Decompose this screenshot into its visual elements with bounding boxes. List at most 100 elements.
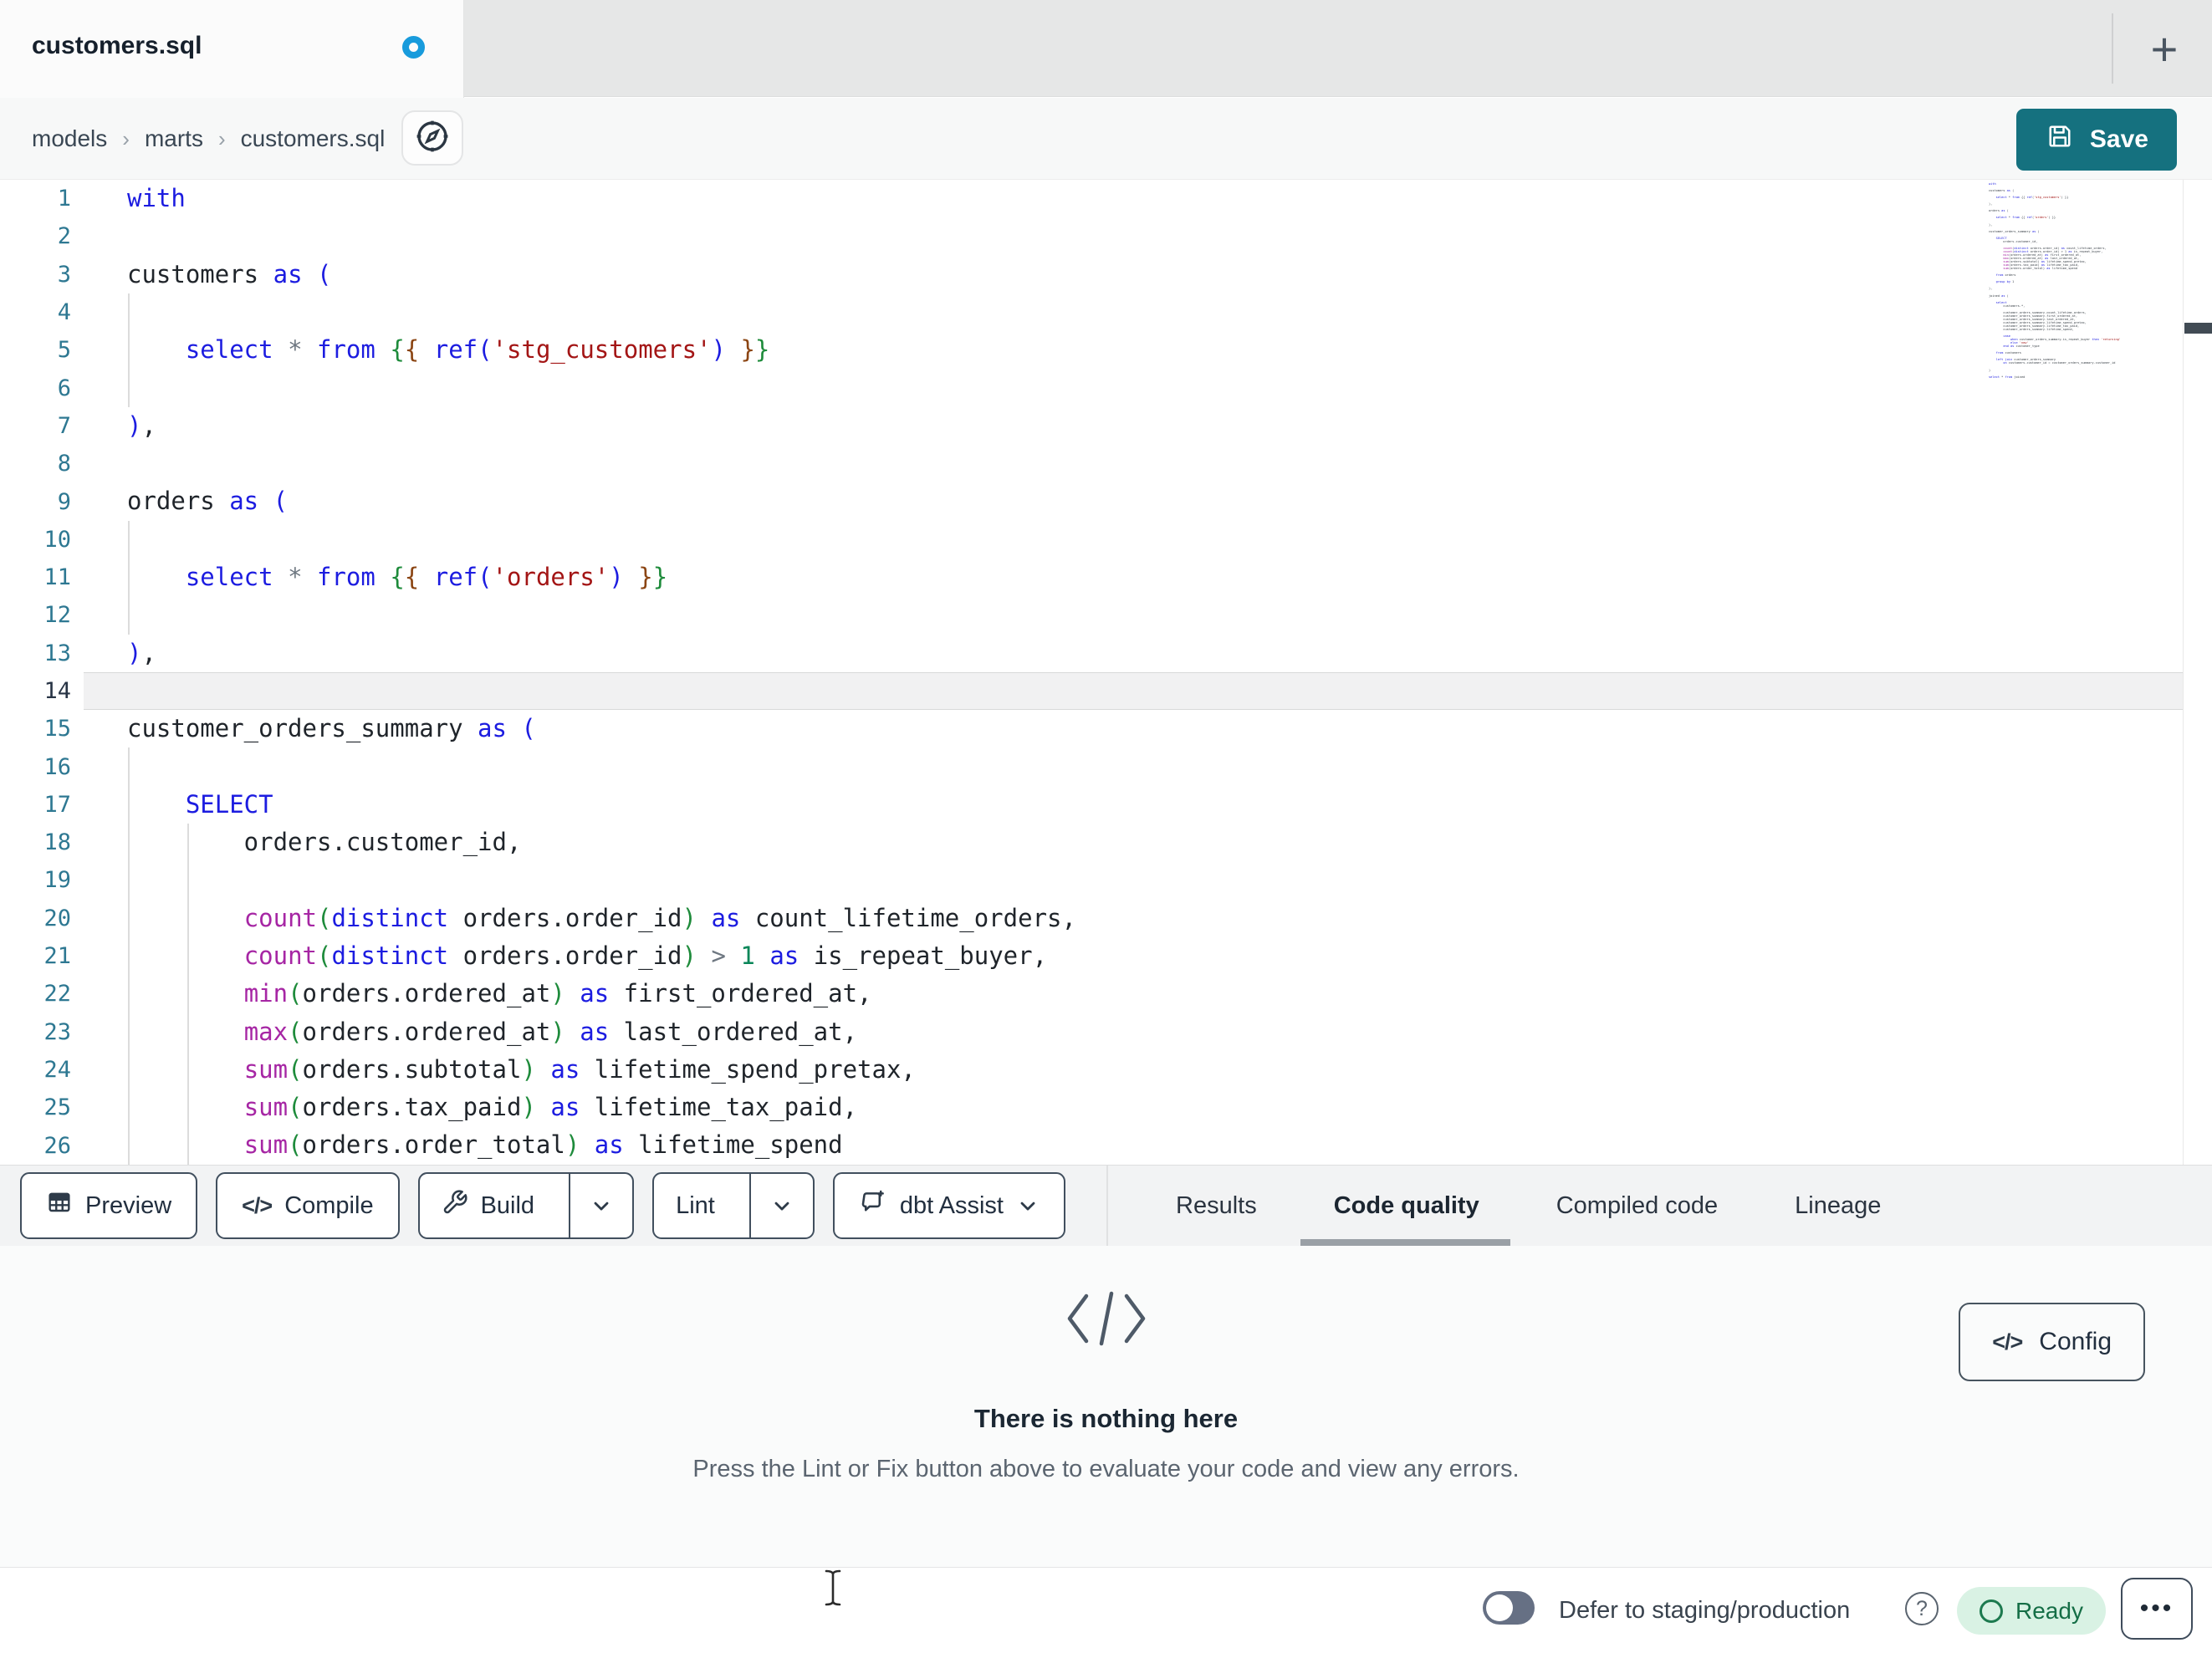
code-line-text: select * from {{ ref('stg_customers') }}	[185, 335, 770, 365]
code-line-12[interactable]: 12	[0, 596, 2212, 635]
code-line-26[interactable]: 26 sum(orders.order_total) as lifetime_s…	[0, 1126, 2212, 1165]
code-line-10[interactable]: 10	[0, 520, 2212, 559]
code-line-18[interactable]: 18 orders.customer_id,	[0, 824, 2212, 862]
chat-sparkle-icon	[859, 1188, 887, 1223]
line-number: 3	[57, 261, 71, 288]
file-tab-bar: customers.sql +	[0, 0, 2212, 98]
tab-code-quality[interactable]: Code quality	[1300, 1166, 1510, 1247]
line-number: 11	[43, 564, 71, 591]
dbt-assist-button-label: dbt Assist	[899, 1191, 1004, 1219]
empty-state: There is nothing here Press the Lint or …	[0, 1291, 2212, 1483]
code-line-text: max(orders.ordered_at) as last_ordered_a…	[243, 1017, 858, 1046]
code-line-text: count(distinct orders.order_id) as count…	[243, 903, 1076, 932]
breadcrumb-row: models › marts › customers.sql Save	[0, 98, 2212, 180]
code-line-text: sum(orders.tax_paid) as lifetime_tax_pai…	[243, 1093, 858, 1122]
status-bar: Defer to staging/production ? Ready •••	[0, 1567, 2212, 1653]
active-line-highlight	[84, 671, 2183, 711]
dbt-assist-button[interactable]: dbt Assist	[832, 1172, 1065, 1239]
code-line-text: ),	[127, 411, 156, 440]
code-line-4[interactable]: 4	[0, 293, 2212, 332]
code-line-2[interactable]: 2	[0, 217, 2212, 255]
chevron-down-icon	[774, 1201, 789, 1211]
code-line-15[interactable]: 15 customer_orders_summary as (	[0, 710, 2212, 747]
code-line-21[interactable]: 21 count(distinct orders.order_id) > 1 a…	[0, 936, 2212, 976]
lint-dropdown-button[interactable]	[748, 1174, 813, 1237]
tab-results[interactable]: Results	[1176, 1166, 1257, 1247]
new-tab-button[interactable]: +	[2138, 18, 2191, 79]
code-line-7[interactable]: 7),	[0, 407, 2212, 445]
indent-guide	[128, 369, 130, 407]
code-line-13[interactable]: 13),	[0, 635, 2212, 672]
line-number: 6	[57, 375, 71, 401]
chevron-down-icon	[1020, 1201, 1035, 1211]
code-line-25[interactable]: 25 sum(orders.tax_paid) as lifetime_tax_…	[0, 1089, 2212, 1127]
chevron-down-icon	[594, 1201, 609, 1211]
line-number: 2	[57, 223, 71, 250]
code-line-11[interactable]: 11 select * from {{ ref('orders') }}	[0, 558, 2212, 597]
code-line-5[interactable]: 5 select * from {{ ref('stg_customers') …	[0, 331, 2212, 370]
code-line-14[interactable]: 14	[0, 671, 2212, 711]
build-button[interactable]: Build	[420, 1174, 557, 1237]
table-grid-icon	[46, 1189, 73, 1222]
file-tab-customers-sql[interactable]: customers.sql	[0, 0, 464, 98]
defer-toggle[interactable]	[1483, 1591, 1535, 1625]
line-number: 26	[43, 1132, 71, 1159]
compass-icon	[412, 116, 452, 161]
code-line-22[interactable]: 22 min(orders.ordered_at) as first_order…	[0, 975, 2212, 1013]
code-line-19[interactable]: 19	[0, 861, 2212, 900]
code-line-text: ),	[127, 638, 156, 667]
compile-button[interactable]: </> Compile	[216, 1172, 400, 1239]
code-line-3[interactable]: 3 customers as (	[0, 256, 2212, 293]
tab-lineage[interactable]: Lineage	[1795, 1166, 1881, 1247]
tab-compiled-code[interactable]: Compiled code	[1556, 1166, 1718, 1247]
circle-outline-icon	[1980, 1599, 2003, 1623]
code-line-text: orders.customer_id,	[127, 828, 522, 857]
open-in-explorer-button[interactable]	[401, 110, 463, 166]
code-line-16[interactable]: 16	[0, 747, 2212, 786]
indent-guide	[187, 861, 189, 900]
lint-button[interactable]: Lint	[654, 1174, 737, 1237]
help-icon[interactable]: ?	[1905, 1592, 1939, 1625]
preview-button[interactable]: Preview	[20, 1172, 198, 1239]
line-number: 16	[43, 753, 71, 780]
code-line-23[interactable]: 23 max(orders.ordered_at) as last_ordere…	[0, 1013, 2212, 1051]
minimap-line: select * from joined	[1989, 375, 2026, 379]
build-button-group: Build	[417, 1172, 635, 1239]
line-number: 5	[57, 337, 71, 364]
code-brackets-icon: </>	[1992, 1329, 2023, 1355]
tabbar-divider	[2112, 13, 2113, 84]
empty-state-subtitle: Press the Lint or Fix button above to ev…	[692, 1456, 1520, 1482]
line-number: 8	[57, 451, 71, 477]
config-button[interactable]: </> Config	[1959, 1303, 2145, 1381]
code-line-8[interactable]: 8	[0, 445, 2212, 482]
line-number: 14	[43, 678, 71, 704]
toolbar-buttons: Preview </> Compile Build Lint dbt Assis…	[20, 1172, 1065, 1239]
code-line-text: orders as (	[127, 487, 289, 516]
code-line-24[interactable]: 24 sum(orders.subtotal) as lifetime_spen…	[0, 1050, 2212, 1089]
code-line-text: select * from {{ ref('orders') }}	[185, 562, 668, 591]
code-line-text: sum(orders.subtotal) as lifetime_spend_p…	[243, 1054, 916, 1084]
code-line-9[interactable]: 9 orders as (	[0, 482, 2212, 520]
indent-guide	[128, 520, 130, 559]
line-number: 4	[57, 299, 71, 326]
code-line-20[interactable]: 20 count(distinct orders.order_id) as co…	[0, 899, 2212, 937]
line-number: 17	[43, 791, 71, 818]
breadcrumb: models › marts › customers.sql	[32, 98, 385, 180]
line-number: 10	[43, 526, 71, 553]
more-options-button[interactable]: •••	[2121, 1578, 2193, 1640]
code-line-1[interactable]: 1 with	[0, 180, 2212, 217]
save-button[interactable]: Save	[2015, 109, 2177, 171]
build-dropdown-button[interactable]	[569, 1174, 632, 1237]
editor-scrollbar-thumb[interactable]	[2184, 323, 2212, 334]
i-beam-cursor	[822, 1569, 844, 1611]
line-number: 18	[43, 829, 71, 856]
code-line-6[interactable]: 6	[0, 369, 2212, 407]
ready-status-label: Ready	[2015, 1597, 2083, 1624]
code-editor[interactable]: 1 with 2 3 customers as ( 4 5 select * from {{…	[0, 180, 2212, 1165]
line-number: 23	[43, 1018, 71, 1045]
defer-label: Defer to staging/production	[1559, 1597, 1851, 1624]
ready-status-badge[interactable]: Ready	[1957, 1587, 2106, 1635]
code-line-text: customer_orders_summary as (	[127, 714, 536, 743]
code-line-17[interactable]: 17 SELECT	[0, 785, 2212, 824]
line-number: 25	[43, 1094, 71, 1121]
